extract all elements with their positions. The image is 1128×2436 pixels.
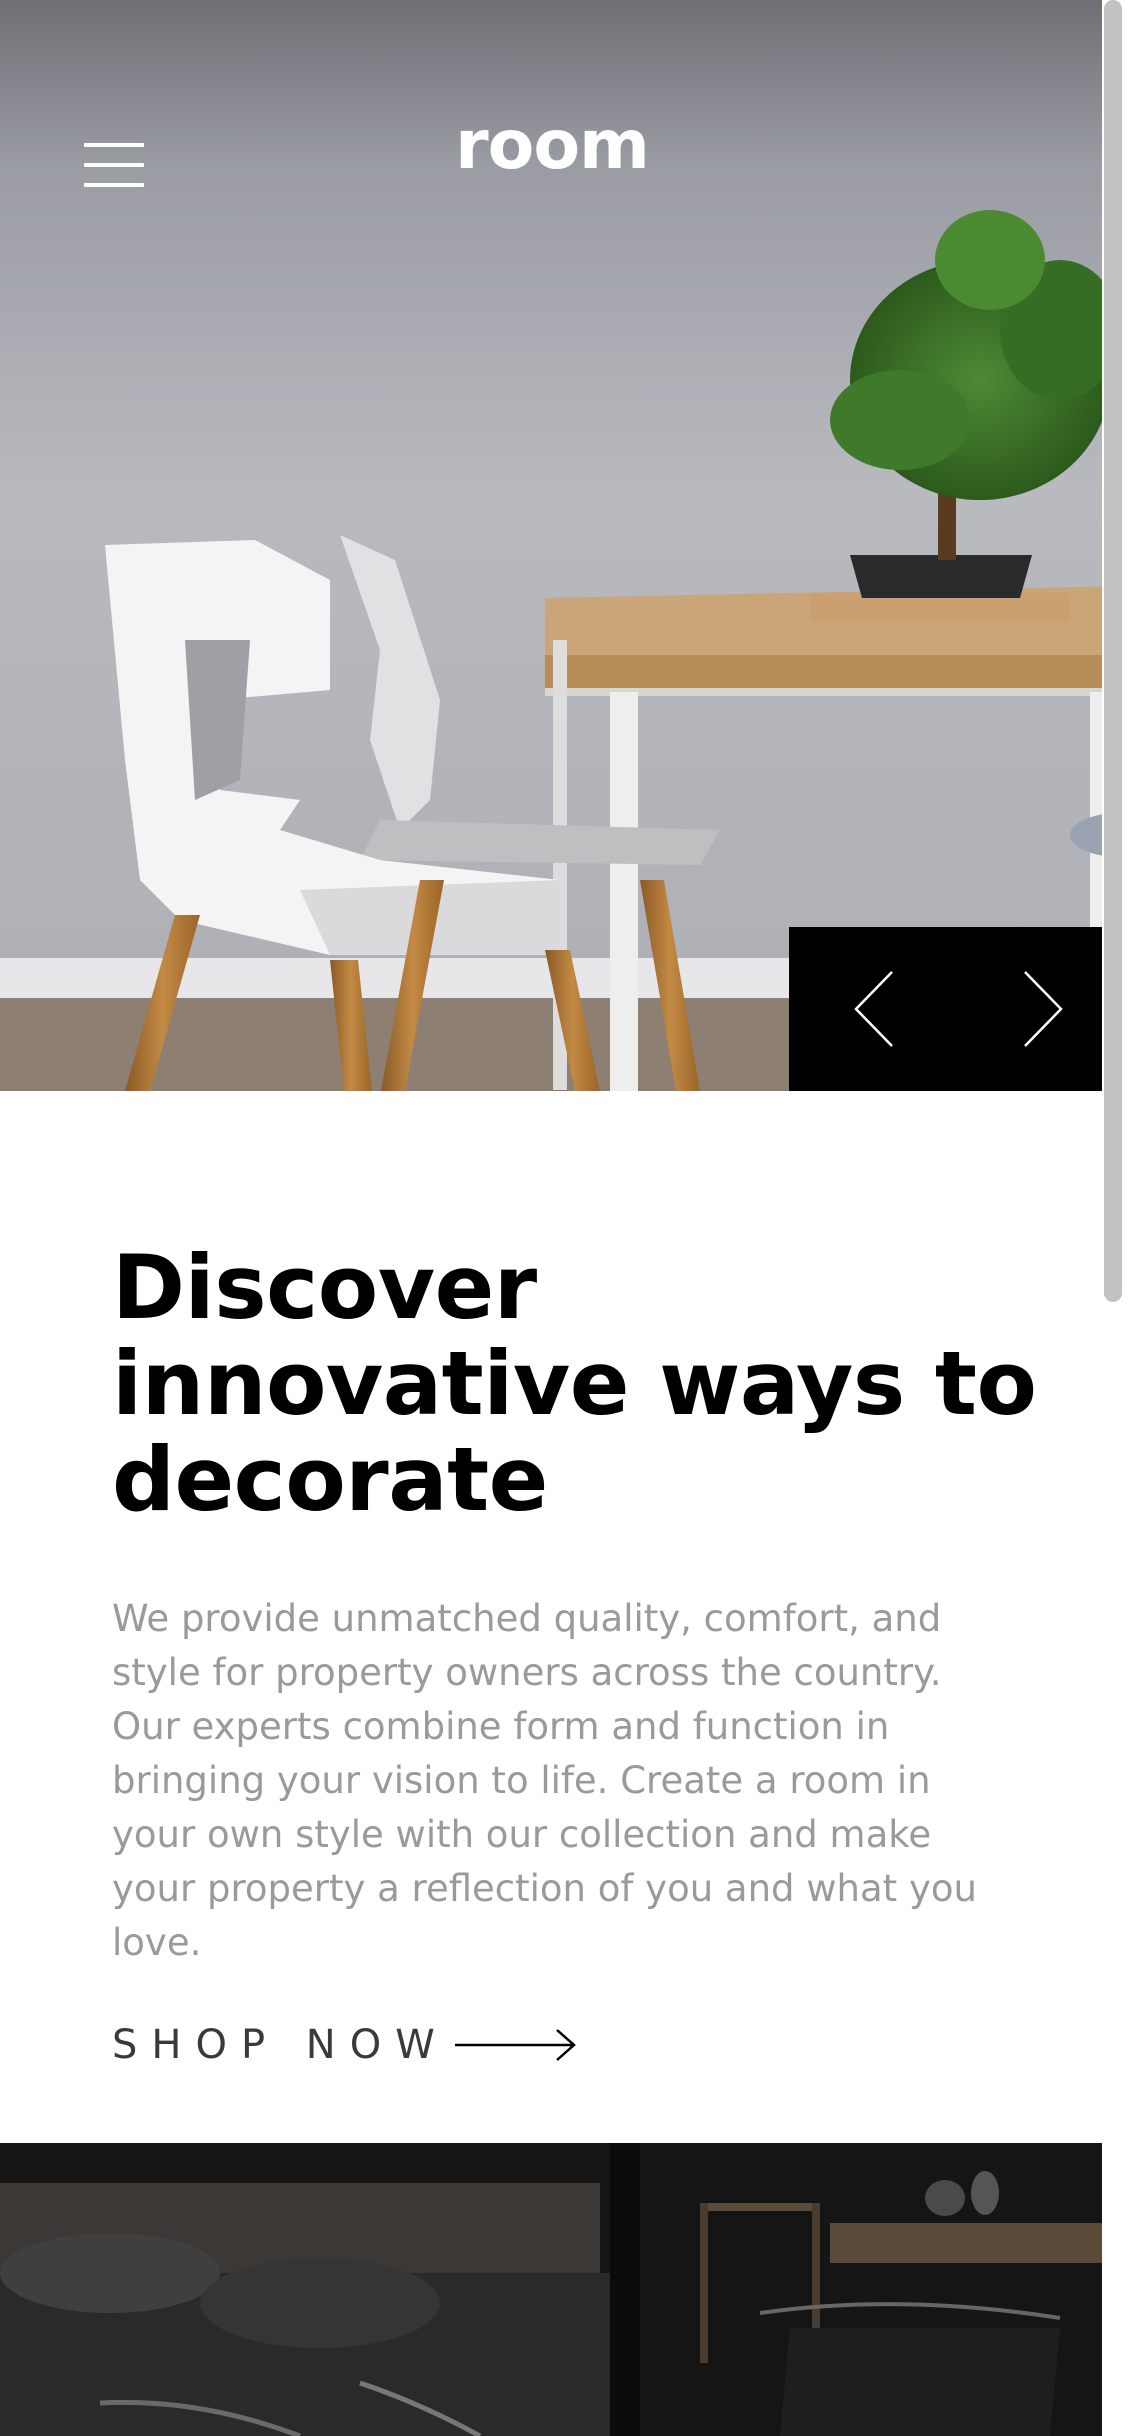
arrow-right-icon — [454, 2029, 576, 2061]
intro-section: Discover innovative ways to decorate We … — [112, 1236, 1052, 2069]
chevron-left-icon — [854, 971, 893, 1047]
page: room Discover innovative ways to decorat… — [0, 0, 1128, 2436]
intro-description: We provide unmatched quality, comfort, a… — [112, 1597, 977, 1964]
previous-slide-button[interactable] — [789, 927, 959, 1091]
scrollbar-thumb[interactable] — [1104, 0, 1122, 1302]
logo[interactable]: room — [0, 112, 1104, 180]
chevron-right-icon — [1024, 971, 1063, 1047]
page-title: Discover innovative ways to decorate — [112, 1236, 1037, 1531]
slider-controls — [789, 927, 1128, 1091]
shop-now-label: SHOP NOW — [112, 2022, 449, 2068]
shop-now-link[interactable]: SHOP NOW — [112, 2022, 1052, 2068]
dark-interior-image — [0, 2143, 1128, 2436]
hero-section: room — [0, 0, 1128, 1091]
next-section — [0, 2143, 1128, 2436]
